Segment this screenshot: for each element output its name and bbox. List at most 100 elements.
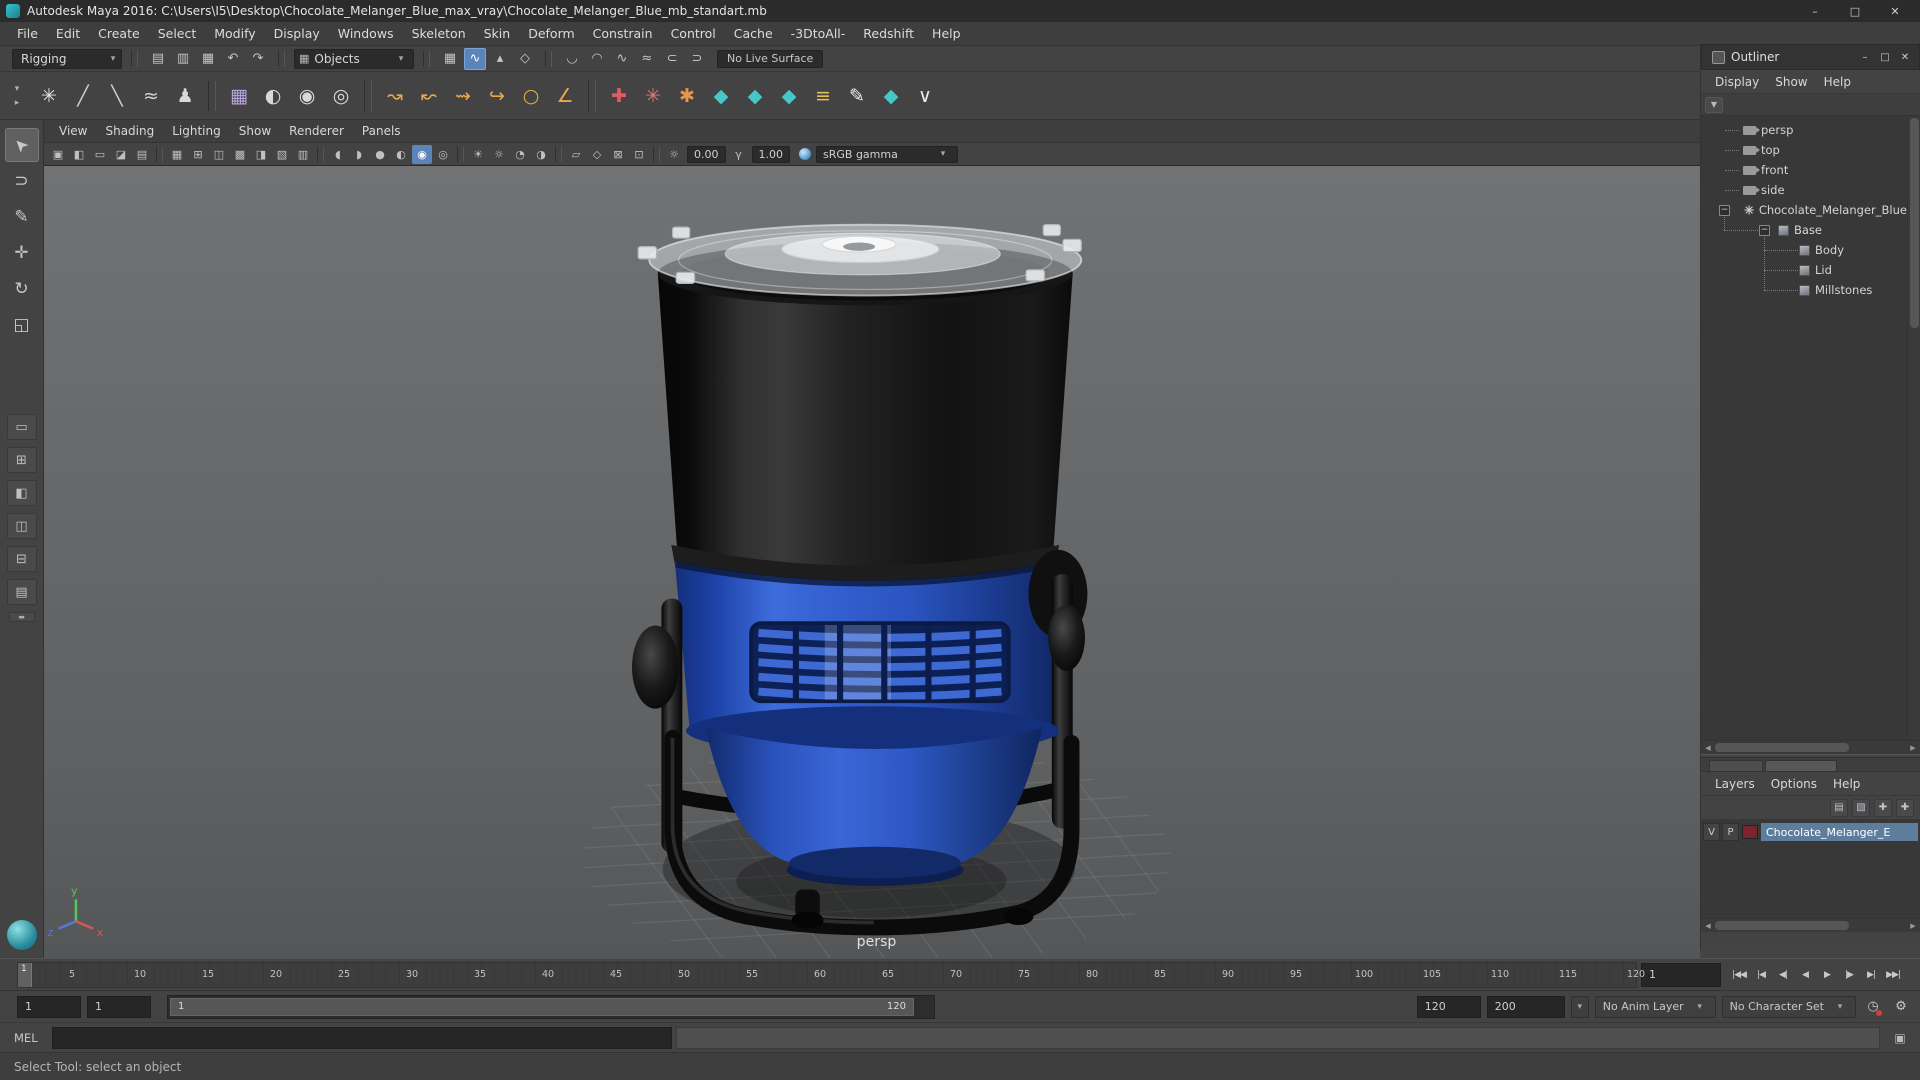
scroll-left-icon[interactable]: ◀ [1701, 919, 1715, 932]
output-connections-button[interactable]: ◠ [586, 48, 608, 70]
shelf-attach-curve-button[interactable]: ↜ [412, 79, 446, 113]
playback-end-field[interactable]: 120 [1416, 995, 1481, 1018]
vp-occlusion-button[interactable]: ◑ [531, 145, 551, 164]
symmetry-button[interactable]: ⊂ [661, 48, 683, 70]
colorspace-selector[interactable]: sRGB gamma ▾ [816, 145, 958, 163]
vp-grid-button[interactable]: ⊞ [188, 145, 208, 164]
vp-field-chart-button[interactable]: ▧ [272, 145, 292, 164]
menu-file[interactable]: File [8, 26, 47, 41]
layers-menu[interactable]: Layers [1707, 777, 1763, 791]
scrollbar-thumb[interactable] [1715, 921, 1849, 930]
outliner-menu-display[interactable]: Display [1707, 75, 1767, 89]
shelf-copy-skin-weights-button[interactable]: ▦ [222, 79, 256, 113]
play-forward-button[interactable]: ▶ [1817, 964, 1837, 986]
outliner-item-base[interactable]: − Base [1701, 220, 1920, 240]
vp-lock-camera-button[interactable]: ◧ [69, 145, 89, 164]
layer-sort-button[interactable]: ▤ [1830, 798, 1848, 817]
move-tool-button[interactable]: ✛ [5, 236, 39, 270]
gamma-field[interactable]: 1.00 [751, 145, 790, 163]
shelf-add-influence-button[interactable]: ✚ [602, 79, 636, 113]
panel-menu-shading[interactable]: Shading [96, 124, 163, 138]
menu-windows[interactable]: Windows [329, 26, 403, 41]
menu-control[interactable]: Control [662, 26, 725, 41]
outliner-maximize-button[interactable]: □ [1875, 48, 1895, 66]
collapse-expander-icon[interactable]: − [1719, 204, 1730, 216]
vp-wireframe-button[interactable]: ◖ [328, 145, 348, 164]
menu-skeleton[interactable]: Skeleton [403, 26, 475, 41]
live-surface-field[interactable]: No Live Surface [717, 49, 824, 68]
layer-color-swatch[interactable] [1742, 825, 1758, 839]
outliner-title-bar[interactable]: Outliner – □ ✕ [1701, 44, 1920, 70]
create-layer-from-selected-button[interactable]: ✚ [1874, 798, 1892, 817]
playback-options-button[interactable]: ▾ [1570, 995, 1589, 1018]
soft-select-button[interactable]: ≈ [636, 48, 658, 70]
exposure-field[interactable]: 0.00 [687, 145, 726, 163]
layers-options-menu[interactable]: Options [1763, 777, 1825, 791]
menu-3dtoall[interactable]: -3DtoAll- [782, 26, 855, 41]
window-minimize-button[interactable]: – [1796, 1, 1834, 21]
shelf-ik-handle-button[interactable]: ╱ [66, 79, 100, 113]
vp-flat-shade-button[interactable]: ● [370, 145, 390, 164]
save-scene-button[interactable]: ▦ [197, 48, 219, 70]
create-empty-layer-button[interactable]: ✚ [1896, 798, 1914, 817]
shelf-show-influences-button[interactable]: ∨ [908, 79, 942, 113]
scale-tool-button[interactable]: ◱ [5, 308, 39, 342]
go-to-start-button[interactable]: |◀◀ [1729, 964, 1749, 986]
outliner-menu-show[interactable]: Show [1767, 75, 1815, 89]
shelf-angle-button[interactable]: ∠ [548, 79, 582, 113]
layer-visibility-toggle[interactable]: V [1703, 823, 1720, 841]
shelf-bind-skin-button[interactable]: ◐ [256, 79, 290, 113]
menu-display[interactable]: Display [265, 26, 329, 41]
range-slider[interactable]: 1 120 [167, 994, 935, 1019]
vp-gate-mask-button[interactable]: ◨ [251, 145, 271, 164]
vp-isolate-select-button[interactable]: ⊠ [608, 145, 628, 164]
scroll-left-icon[interactable]: ◀ [1701, 741, 1715, 754]
toolbar-grip[interactable] [423, 50, 430, 67]
input-connections-button[interactable]: ◡ [561, 48, 583, 70]
step-back-frame-button[interactable]: ◀| [1773, 964, 1793, 986]
toolbar-grip[interactable] [131, 50, 138, 67]
toolbar-grip[interactable] [278, 50, 285, 67]
undo-button[interactable]: ↶ [222, 48, 244, 70]
outliner-item-side[interactable]: side [1701, 180, 1920, 200]
current-time-field[interactable]: 1 [1641, 962, 1721, 987]
shelf-remove-influence-button[interactable]: ✳ [636, 79, 670, 113]
shelf-edit-curve-button[interactable]: ↝ [378, 79, 412, 113]
scroll-right-icon[interactable]: ▶ [1906, 919, 1920, 932]
panel-menu-panels[interactable]: Panels [353, 124, 410, 138]
outliner-tree[interactable]: persp top front side − Chocolate_Melange… [1701, 116, 1920, 740]
menu-cache[interactable]: Cache [725, 26, 782, 41]
menu-constrain[interactable]: Constrain [584, 26, 662, 41]
layout-hypershade-button[interactable]: ⊟ [6, 546, 37, 572]
layer-options-button[interactable]: ▧ [1852, 798, 1870, 817]
character-set-selector[interactable]: No Character Set ▾ [1721, 995, 1856, 1018]
outliner-item-root[interactable]: − Chocolate_Melanger_Blue_n [1701, 200, 1920, 220]
outliner-item-millstones[interactable]: Millstones [1701, 280, 1920, 300]
rotate-tool-button[interactable]: ↻ [5, 272, 39, 306]
redo-button[interactable]: ↷ [247, 48, 269, 70]
layout-single-pane-button[interactable]: ▭ [6, 414, 37, 440]
new-scene-button[interactable]: ▤ [147, 48, 169, 70]
scroll-right-icon[interactable]: ▶ [1906, 741, 1920, 754]
vp-xray-joints-button[interactable]: ◇ [587, 145, 607, 164]
shelf-paint-weights-button[interactable]: ✎ [840, 79, 874, 113]
shelf-tab-menu-icon[interactable]: ▾ [15, 84, 20, 94]
outliner-minimize-button[interactable]: – [1855, 48, 1875, 66]
scrollbar-thumb[interactable] [1910, 118, 1919, 328]
snap-to-planes-button[interactable]: ◇ [514, 48, 536, 70]
range-slider-bar[interactable]: 1 120 [170, 997, 914, 1016]
angle-snap-button[interactable]: ⊃ [686, 48, 708, 70]
scrollbar-track[interactable] [1715, 919, 1906, 932]
selection-mask-selector[interactable]: ▦ Objects ▾ [294, 48, 414, 69]
scrollbar-thumb[interactable] [1715, 743, 1849, 752]
toolbar-grip[interactable] [545, 50, 552, 67]
vp-shadows-button[interactable]: ◔ [510, 145, 530, 164]
menu-set-selector[interactable]: Rigging ▾ [12, 48, 122, 69]
paint-select-tool-button[interactable]: ✎ [5, 200, 39, 234]
vp-textured-button[interactable]: ◉ [412, 144, 432, 164]
outliner-menu-help[interactable]: Help [1816, 75, 1859, 89]
shelf-paste-weights-button[interactable]: ◆ [772, 79, 806, 113]
shelf-mirror-weights-button[interactable]: ◆ [704, 79, 738, 113]
open-scene-button[interactable]: ▥ [172, 48, 194, 70]
menu-create[interactable]: Create [89, 26, 149, 41]
